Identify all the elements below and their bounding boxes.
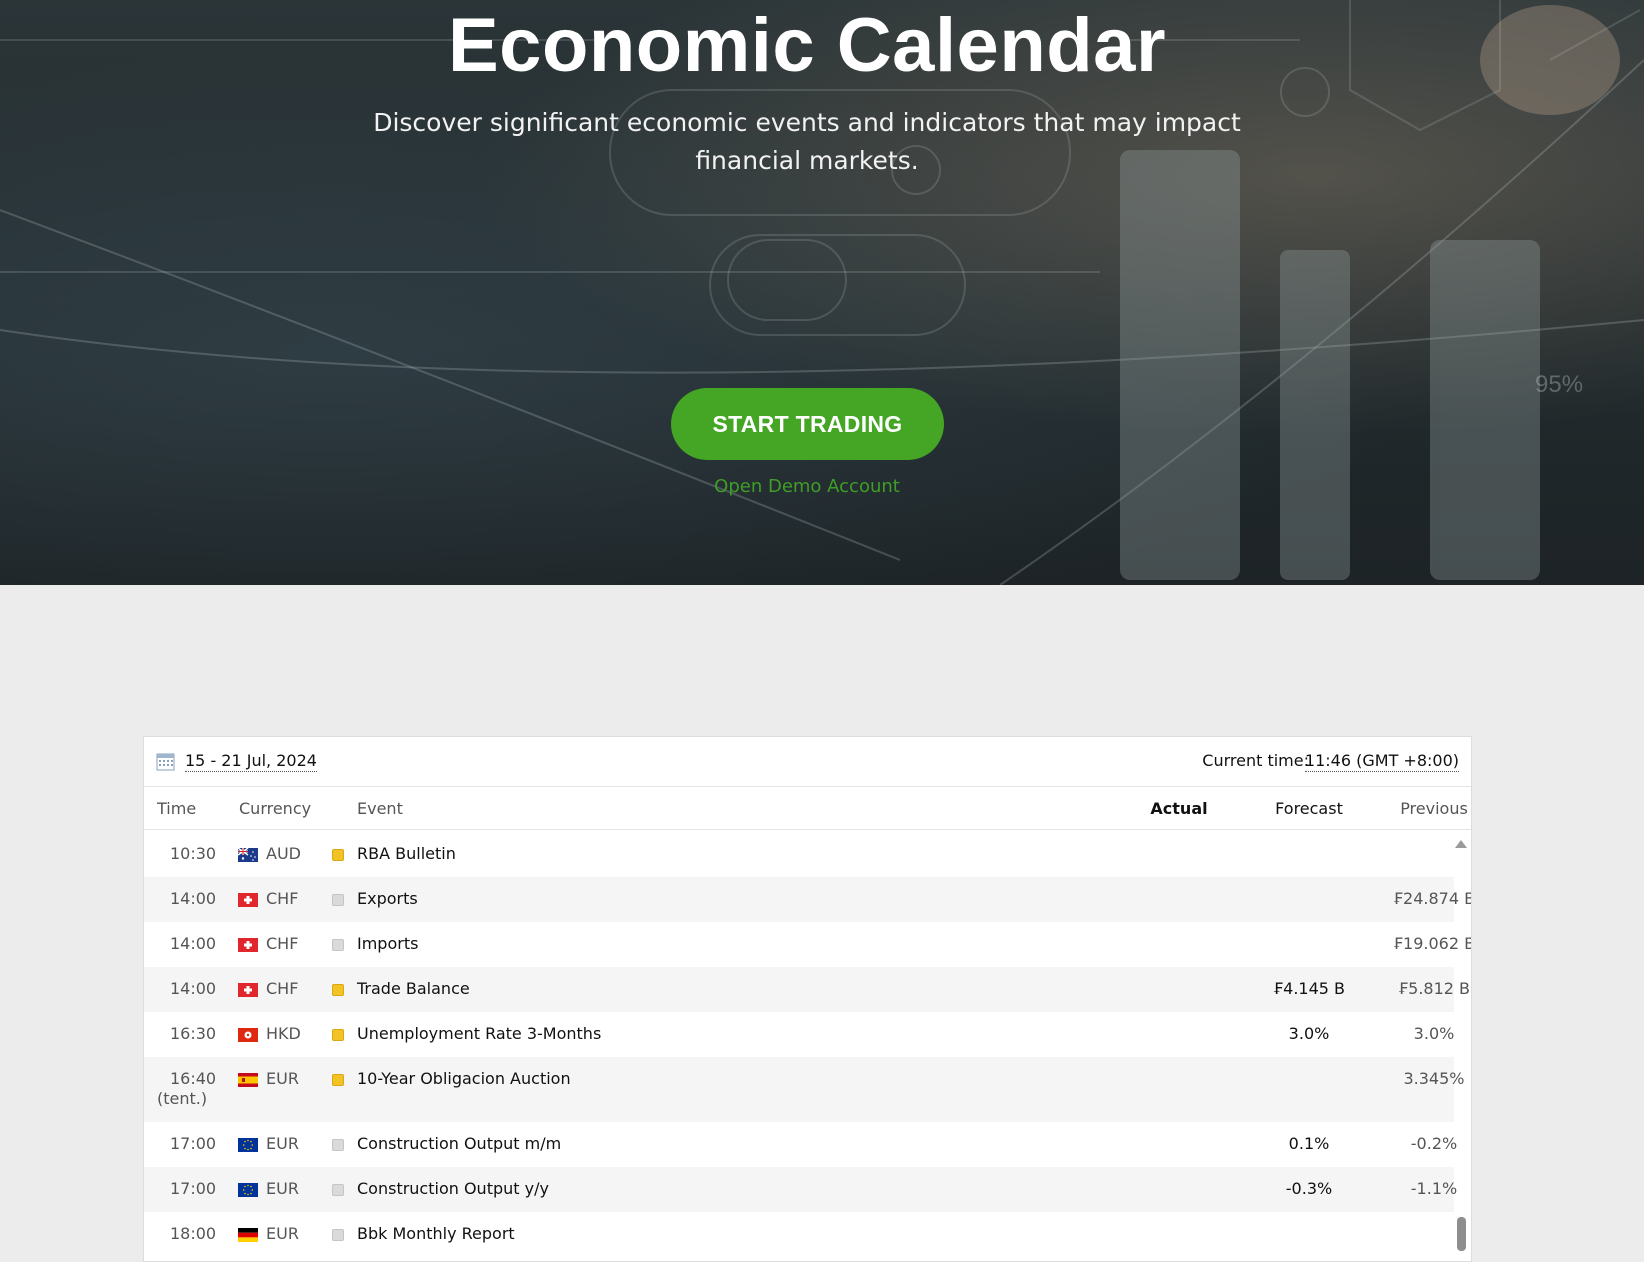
event-name[interactable]: Exports <box>357 889 418 908</box>
svg-text:95%: 95% <box>1535 371 1583 398</box>
column-header-previous: Previous <box>1400 799 1468 818</box>
column-header-forecast: Forecast <box>1275 799 1343 818</box>
event-name[interactable]: Imports <box>357 934 418 953</box>
event-name[interactable]: Construction Output y/y <box>357 1179 549 1198</box>
event-time-value: 16:40 <box>170 1069 217 1088</box>
timezone-selector[interactable]: 11:46 (GMT +8:00) <box>1304 751 1459 772</box>
calendar-scrollbar[interactable] <box>1452 832 1471 1261</box>
importance-medium-icon <box>332 1074 344 1086</box>
eu-flag-icon <box>238 1138 258 1152</box>
table-row[interactable]: 14:00 CHF Trade Balance ₣4.145 B ₣5.812 … <box>144 967 1470 1012</box>
event-name[interactable]: Construction Output m/m <box>357 1134 561 1153</box>
calendar-toolbar: 15 - 21 Jul, 2024 Current time: 11:46 (G… <box>144 737 1471 787</box>
event-currency: CHF <box>266 979 299 998</box>
event-name[interactable]: Unemployment Rate 3-Months <box>357 1024 601 1043</box>
ch-flag-icon <box>238 938 258 952</box>
importance-medium-icon <box>332 984 344 996</box>
event-currency: EUR <box>266 1069 299 1088</box>
event-name[interactable]: RBA Bulletin <box>357 844 456 863</box>
event-currency: EUR <box>266 1224 299 1243</box>
event-name[interactable]: Bbk Monthly Report <box>357 1224 515 1243</box>
column-header-actual: Actual <box>1150 799 1208 818</box>
scroll-up-arrow-icon[interactable] <box>1455 840 1467 848</box>
event-time: 17:00 <box>170 1134 217 1153</box>
table-row[interactable]: 17:00 EUR Construction Output y/y -0.3% … <box>144 1167 1457 1212</box>
importance-low-icon <box>332 939 344 951</box>
event-forecast: 0.1% <box>1288 1134 1330 1153</box>
calendar-icon[interactable] <box>156 752 175 771</box>
open-demo-account-link[interactable]: Open Demo Account <box>0 476 1614 497</box>
ch-flag-icon <box>238 893 258 907</box>
event-time-tentative: (tent.) <box>157 1089 208 1108</box>
column-header-event: Event <box>357 799 403 818</box>
importance-low-icon <box>332 1139 344 1151</box>
calendar-column-headers: Time Currency Event Actual Forecast Prev… <box>144 787 1471 830</box>
table-row[interactable]: 18:00 EUR Bbk Monthly Report <box>144 1212 1454 1257</box>
table-row[interactable]: 14:00 CHF Exports ₣24.874 B <box>144 877 1471 922</box>
start-trading-button[interactable]: START TRADING <box>671 388 944 460</box>
page-title: Economic Calendar <box>447 3 1167 88</box>
event-currency: EUR <box>266 1179 299 1198</box>
event-time: 18:00 <box>170 1224 217 1243</box>
table-row[interactable]: 16:40 (tent.) EUR 10-Year Obligacion Auc… <box>144 1057 1465 1122</box>
column-header-time: Time <box>157 799 197 818</box>
importance-medium-icon <box>332 1029 344 1041</box>
event-forecast: 3.0% <box>1288 1024 1330 1043</box>
importance-medium-icon <box>332 849 344 861</box>
event-currency: CHF <box>266 934 299 953</box>
event-time: 10:30 <box>170 844 217 863</box>
date-range-selector[interactable]: 15 - 21 Jul, 2024 <box>185 751 317 772</box>
table-row[interactable]: 10:30 AUD RBA Bulletin <box>144 832 1454 877</box>
event-time: 14:00 <box>170 934 217 953</box>
event-time: 17:00 <box>170 1179 217 1198</box>
event-currency: HKD <box>266 1024 301 1043</box>
event-time: 16:40 (tent.) <box>157 1069 217 1109</box>
eu-flag-icon <box>238 1183 258 1197</box>
event-time: 14:00 <box>170 889 217 908</box>
event-name[interactable]: Trade Balance <box>357 979 470 998</box>
event-forecast: ₣4.145 B <box>1272 979 1346 998</box>
ch-flag-icon <box>238 983 258 997</box>
event-currency: AUD <box>266 844 301 863</box>
importance-low-icon <box>332 1184 344 1196</box>
column-header-currency: Currency <box>239 799 312 818</box>
table-row[interactable]: 14:00 CHF Imports ₣19.062 B <box>144 922 1471 967</box>
hk-flag-icon <box>238 1028 258 1042</box>
de-flag-icon <box>238 1228 258 1242</box>
event-currency: EUR <box>266 1134 299 1153</box>
es-flag-icon <box>238 1073 258 1087</box>
scrollbar-thumb[interactable] <box>1457 1217 1466 1251</box>
event-time: 14:00 <box>170 979 217 998</box>
table-row[interactable]: 17:00 EUR Construction Output m/m 0.1% -… <box>144 1122 1457 1167</box>
table-row[interactable]: 16:30 HKD Unemployment Rate 3-Months 3.0… <box>144 1012 1454 1057</box>
au-flag-icon <box>238 848 258 862</box>
importance-low-icon <box>332 894 344 906</box>
importance-low-icon <box>332 1229 344 1241</box>
hero-subtitle: Discover significant economic events and… <box>373 108 1241 175</box>
event-time: 16:30 <box>170 1024 217 1043</box>
hero-banner: 95% Economic Calendar Discover significa… <box>0 0 1644 585</box>
current-time-label: Current time: <box>1202 751 1309 770</box>
event-name[interactable]: 10-Year Obligacion Auction <box>357 1069 571 1088</box>
event-forecast: -0.3% <box>1285 1179 1333 1198</box>
economic-calendar-widget: 15 - 21 Jul, 2024 Current time: 11:46 (G… <box>143 736 1472 1262</box>
calendar-event-list: 10:30 AUD RBA Bulletin 14:00 CHF Exports… <box>144 832 1471 1257</box>
event-currency: CHF <box>266 889 299 908</box>
